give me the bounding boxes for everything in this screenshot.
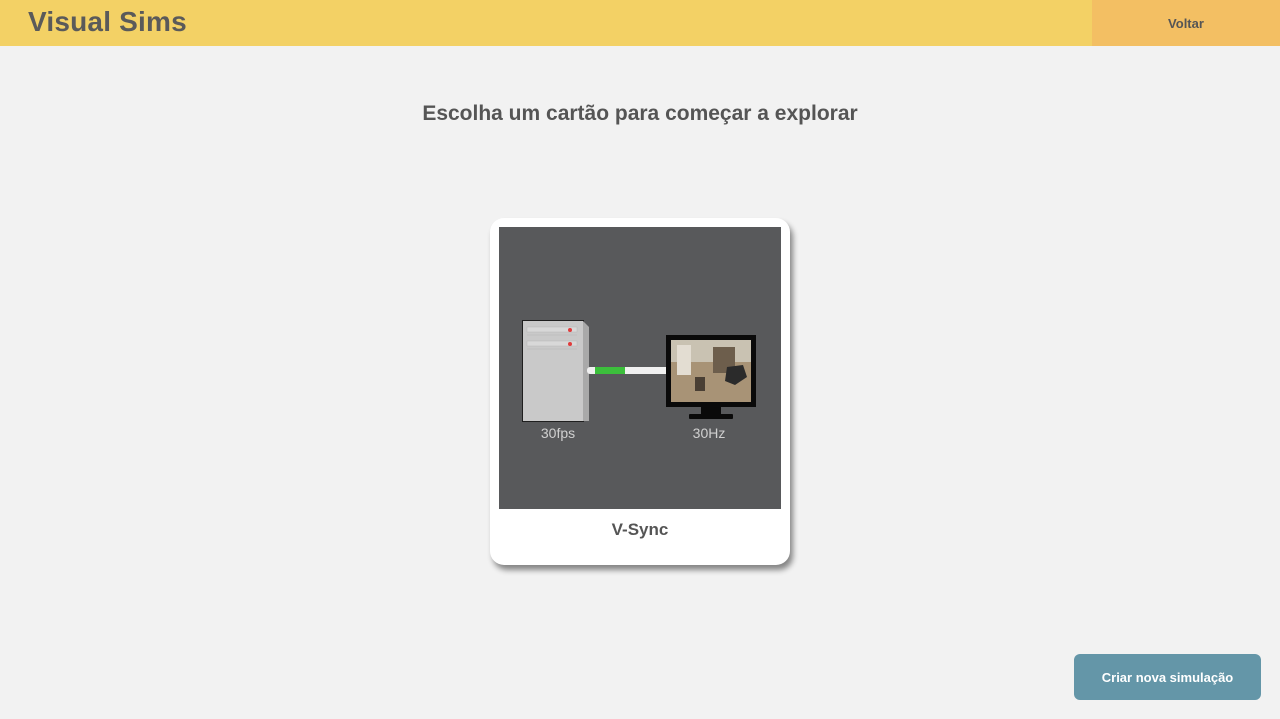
app-title: Visual Sims [28, 6, 187, 37]
cable-icon [587, 367, 669, 374]
card-title: V-Sync [611, 520, 669, 539]
top-bar: Visual Sims Voltar [0, 0, 1280, 46]
sim-card-vsync[interactable]: 30fps 30Hz V-Sync [490, 218, 790, 565]
monitor-icon [666, 335, 756, 419]
create-simulation-button[interactable]: Criar nova simulação [1074, 654, 1261, 700]
back-button[interactable]: Voltar [1092, 0, 1280, 46]
vsync-illustration: 30fps 30Hz [522, 320, 756, 441]
hz-caption: 30Hz [693, 425, 726, 441]
fps-caption: 30fps [541, 425, 575, 441]
card-thumbnail: 30fps 30Hz [499, 227, 781, 509]
page-title: Escolha um cartão para começar a explora… [422, 102, 858, 125]
computer-tower-icon [522, 320, 589, 422]
